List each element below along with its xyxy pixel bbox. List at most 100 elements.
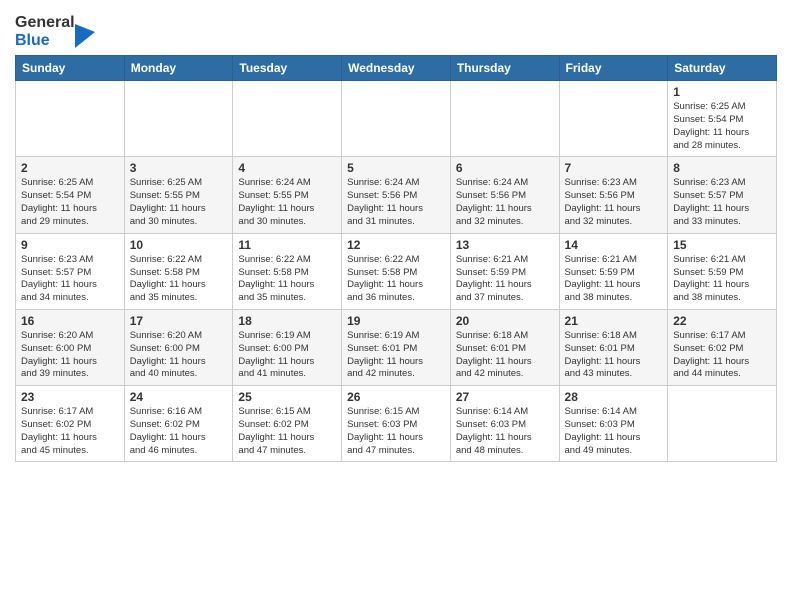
week-row-2: 9 Sunrise: 6:23 AM Sunset: 5:57 PM Daylig… bbox=[16, 233, 777, 309]
day-cell: 5Sunrise: 6:24 AM Sunset: 5:56 PM Daylig… bbox=[342, 157, 451, 233]
calendar-table: SundayMondayTuesdayWednesdayThursdayFrid… bbox=[15, 55, 777, 462]
day-cell: 14 Sunrise: 6:21 AM Sunset: 5:59 PM Dayli… bbox=[559, 233, 668, 309]
day-cell: 4 Sunrise: 6:24 AM Sunset: 5:55 PM Daylig… bbox=[233, 157, 342, 233]
day-info: Sunrise: 6:17 AM Sunset: 6:02 PM Dayligh… bbox=[21, 406, 119, 457]
header-cell-wednesday: Wednesday bbox=[342, 56, 451, 81]
day-number: 12 bbox=[347, 238, 445, 252]
day-cell: 3 Sunrise: 6:25 AM Sunset: 5:55 PM Daylig… bbox=[124, 157, 233, 233]
day-cell: 18 Sunrise: 6:19 AM Sunset: 6:00 PM Dayli… bbox=[233, 309, 342, 385]
day-info: Sunrise: 6:25 AM Sunset: 5:55 PM Dayligh… bbox=[130, 177, 228, 228]
day-cell: 17 Sunrise: 6:20 AM Sunset: 6:00 PM Dayli… bbox=[124, 309, 233, 385]
calendar-header: SundayMondayTuesdayWednesdayThursdayFrid… bbox=[16, 56, 777, 81]
day-cell bbox=[124, 81, 233, 157]
header-cell-thursday: Thursday bbox=[450, 56, 559, 81]
day-number: 9 bbox=[21, 238, 119, 252]
day-info: Sunrise: 6:22 AM Sunset: 5:58 PM Dayligh… bbox=[238, 254, 336, 305]
day-info: Sunrise: 6:21 AM Sunset: 5:59 PM Dayligh… bbox=[673, 254, 771, 305]
day-cell: 23 Sunrise: 6:17 AM Sunset: 6:02 PM Dayli… bbox=[16, 386, 125, 462]
day-info: Sunrise: 6:23 AM Sunset: 5:57 PM Dayligh… bbox=[673, 177, 771, 228]
day-cell: 9 Sunrise: 6:23 AM Sunset: 5:57 PM Daylig… bbox=[16, 233, 125, 309]
day-cell: 27Sunrise: 6:14 AM Sunset: 6:03 PM Dayli… bbox=[450, 386, 559, 462]
header-cell-monday: Monday bbox=[124, 56, 233, 81]
day-number: 8 bbox=[673, 161, 771, 175]
header-cell-tuesday: Tuesday bbox=[233, 56, 342, 81]
week-row-1: 2 Sunrise: 6:25 AM Sunset: 5:54 PM Daylig… bbox=[16, 157, 777, 233]
day-cell: 2 Sunrise: 6:25 AM Sunset: 5:54 PM Daylig… bbox=[16, 157, 125, 233]
header-cell-friday: Friday bbox=[559, 56, 668, 81]
day-cell bbox=[16, 81, 125, 157]
week-row-0: 1 Sunrise: 6:25 AM Sunset: 5:54 PM Daylig… bbox=[16, 81, 777, 157]
day-number: 7 bbox=[565, 161, 663, 175]
day-cell: 25Sunrise: 6:15 AM Sunset: 6:02 PM Dayli… bbox=[233, 386, 342, 462]
header-row: SundayMondayTuesdayWednesdayThursdayFrid… bbox=[16, 56, 777, 81]
day-number: 1 bbox=[673, 85, 771, 99]
day-number: 2 bbox=[21, 161, 119, 175]
day-cell: 7 Sunrise: 6:23 AM Sunset: 5:56 PM Daylig… bbox=[559, 157, 668, 233]
header: GeneralBlue bbox=[15, 10, 777, 49]
day-info: Sunrise: 6:20 AM Sunset: 6:00 PM Dayligh… bbox=[130, 330, 228, 381]
day-info: Sunrise: 6:23 AM Sunset: 5:57 PM Dayligh… bbox=[21, 254, 119, 305]
day-cell: 12 Sunrise: 6:22 AM Sunset: 5:58 PM Dayli… bbox=[342, 233, 451, 309]
calendar-body: 1 Sunrise: 6:25 AM Sunset: 5:54 PM Daylig… bbox=[16, 81, 777, 462]
day-cell: 10 Sunrise: 6:22 AM Sunset: 5:58 PM Dayli… bbox=[124, 233, 233, 309]
logo-area: GeneralBlue bbox=[15, 10, 95, 49]
day-info: Sunrise: 6:21 AM Sunset: 5:59 PM Dayligh… bbox=[456, 254, 554, 305]
day-info: Sunrise: 6:25 AM Sunset: 5:54 PM Dayligh… bbox=[673, 101, 771, 152]
day-info: Sunrise: 6:16 AM Sunset: 6:02 PM Dayligh… bbox=[130, 406, 228, 457]
day-number: 20 bbox=[456, 314, 554, 328]
day-info: Sunrise: 6:15 AM Sunset: 6:03 PM Dayligh… bbox=[347, 406, 445, 457]
day-number: 11 bbox=[238, 238, 336, 252]
day-info: Sunrise: 6:14 AM Sunset: 6:03 PM Dayligh… bbox=[456, 406, 554, 457]
day-number: 23 bbox=[21, 390, 119, 404]
day-number: 26 bbox=[347, 390, 445, 404]
day-cell: 19 Sunrise: 6:19 AM Sunset: 6:01 PM Dayli… bbox=[342, 309, 451, 385]
day-number: 10 bbox=[130, 238, 228, 252]
day-info: Sunrise: 6:23 AM Sunset: 5:56 PM Dayligh… bbox=[565, 177, 663, 228]
day-number: 19 bbox=[347, 314, 445, 328]
day-cell: 28 Sunrise: 6:14 AM Sunset: 6:03 PM Dayli… bbox=[559, 386, 668, 462]
day-number: 24 bbox=[130, 390, 228, 404]
header-cell-saturday: Saturday bbox=[668, 56, 777, 81]
day-cell bbox=[450, 81, 559, 157]
day-number: 25 bbox=[238, 390, 336, 404]
week-row-3: 16Sunrise: 6:20 AM Sunset: 6:00 PM Dayli… bbox=[16, 309, 777, 385]
day-cell: 21 Sunrise: 6:18 AM Sunset: 6:01 PM Dayli… bbox=[559, 309, 668, 385]
day-number: 14 bbox=[565, 238, 663, 252]
day-number: 4 bbox=[238, 161, 336, 175]
day-cell: 1 Sunrise: 6:25 AM Sunset: 5:54 PM Daylig… bbox=[668, 81, 777, 157]
day-info: Sunrise: 6:18 AM Sunset: 6:01 PM Dayligh… bbox=[456, 330, 554, 381]
day-cell: 11 Sunrise: 6:22 AM Sunset: 5:58 PM Dayli… bbox=[233, 233, 342, 309]
day-info: Sunrise: 6:24 AM Sunset: 5:56 PM Dayligh… bbox=[456, 177, 554, 228]
day-number: 21 bbox=[565, 314, 663, 328]
day-number: 28 bbox=[565, 390, 663, 404]
week-row-4: 23 Sunrise: 6:17 AM Sunset: 6:02 PM Dayli… bbox=[16, 386, 777, 462]
day-cell: 22 Sunrise: 6:17 AM Sunset: 6:02 PM Dayli… bbox=[668, 309, 777, 385]
day-info: Sunrise: 6:14 AM Sunset: 6:03 PM Dayligh… bbox=[565, 406, 663, 457]
day-number: 15 bbox=[673, 238, 771, 252]
page: GeneralBlue SundayMondayTuesdayWednesday… bbox=[0, 0, 792, 472]
day-number: 22 bbox=[673, 314, 771, 328]
day-number: 5 bbox=[347, 161, 445, 175]
day-info: Sunrise: 6:18 AM Sunset: 6:01 PM Dayligh… bbox=[565, 330, 663, 381]
day-info: Sunrise: 6:20 AM Sunset: 6:00 PM Dayligh… bbox=[21, 330, 119, 381]
day-cell bbox=[233, 81, 342, 157]
day-cell: 15 Sunrise: 6:21 AM Sunset: 5:59 PM Dayli… bbox=[668, 233, 777, 309]
logo: GeneralBlue bbox=[15, 14, 95, 49]
day-info: Sunrise: 6:17 AM Sunset: 6:02 PM Dayligh… bbox=[673, 330, 771, 381]
day-number: 17 bbox=[130, 314, 228, 328]
day-info: Sunrise: 6:19 AM Sunset: 6:00 PM Dayligh… bbox=[238, 330, 336, 381]
day-info: Sunrise: 6:21 AM Sunset: 5:59 PM Dayligh… bbox=[565, 254, 663, 305]
day-info: Sunrise: 6:22 AM Sunset: 5:58 PM Dayligh… bbox=[347, 254, 445, 305]
day-info: Sunrise: 6:25 AM Sunset: 5:54 PM Dayligh… bbox=[21, 177, 119, 228]
day-cell: 6Sunrise: 6:24 AM Sunset: 5:56 PM Daylig… bbox=[450, 157, 559, 233]
day-cell bbox=[342, 81, 451, 157]
day-info: Sunrise: 6:19 AM Sunset: 6:01 PM Dayligh… bbox=[347, 330, 445, 381]
day-cell: 20 Sunrise: 6:18 AM Sunset: 6:01 PM Dayli… bbox=[450, 309, 559, 385]
day-cell: 13Sunrise: 6:21 AM Sunset: 5:59 PM Dayli… bbox=[450, 233, 559, 309]
day-number: 18 bbox=[238, 314, 336, 328]
day-number: 3 bbox=[130, 161, 228, 175]
day-info: Sunrise: 6:24 AM Sunset: 5:55 PM Dayligh… bbox=[238, 177, 336, 228]
day-info: Sunrise: 6:22 AM Sunset: 5:58 PM Dayligh… bbox=[130, 254, 228, 305]
logo-blue: Blue bbox=[15, 32, 75, 50]
day-cell: 26 Sunrise: 6:15 AM Sunset: 6:03 PM Dayli… bbox=[342, 386, 451, 462]
